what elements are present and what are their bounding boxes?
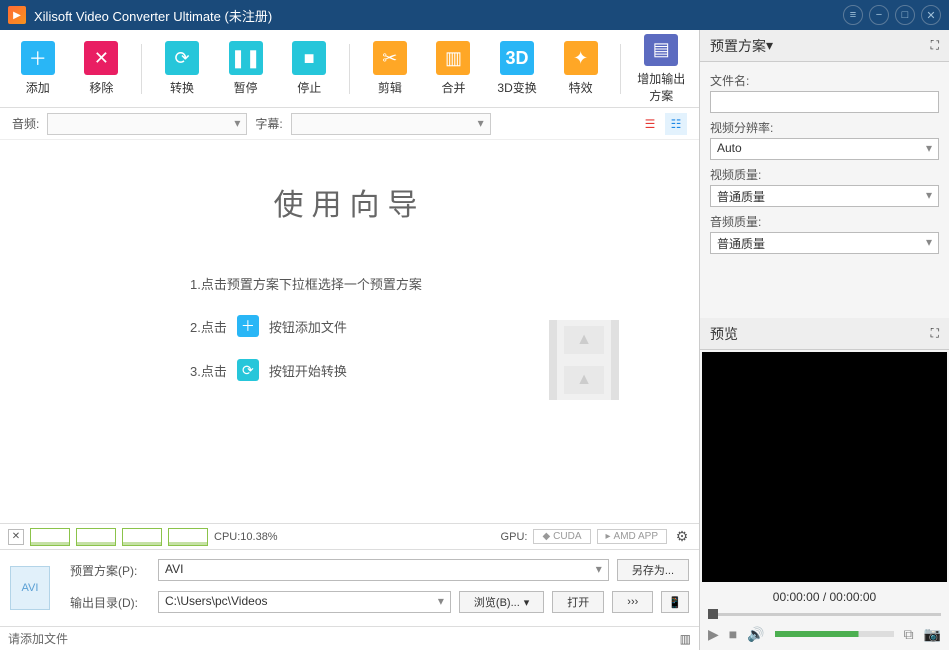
volume-slider[interactable]: [775, 631, 894, 637]
audio-select[interactable]: [47, 113, 247, 135]
wizard-step-1: 1.点击预置方案下拉框选择一个预置方案: [190, 274, 679, 293]
status-bar: 请添加文件 ▥: [0, 626, 699, 650]
detail-view-button[interactable]: ☷: [665, 113, 687, 135]
wizard-area: 使用向导 1.点击预置方案下拉框选择一个预置方案 2.点击 ＋ 按钮添加文件 3…: [0, 140, 699, 523]
chevron-down-icon[interactable]: ▾: [766, 37, 773, 54]
document-icon: ▤: [644, 34, 678, 66]
filename-label: 文件名:: [710, 72, 939, 89]
merge-button[interactable]: ▥合并: [424, 34, 484, 104]
subtitle-label: 字幕:: [255, 115, 282, 132]
refresh-icon: ⟳: [165, 41, 199, 75]
outdir-label: 输出目录(D):: [70, 594, 150, 611]
amd-chip[interactable]: ▸AMD APP: [597, 529, 668, 544]
browse-button[interactable]: 浏览(B)...▾: [459, 591, 544, 613]
pause-icon: ❚❚: [229, 41, 263, 75]
menu-button[interactable]: ≡: [843, 5, 863, 25]
refresh-icon: ⟳: [237, 359, 259, 381]
profile-label: 预置方案(P):: [70, 562, 150, 579]
profile-select[interactable]: AVI: [158, 559, 609, 581]
cpu-bar: ✕ CPU:10.38% GPU: ◆CUDA ▸AMD APP ⚙: [0, 523, 699, 549]
plus-icon: ＋: [21, 41, 55, 75]
preview-time: 00:00:00 / 00:00:00: [700, 584, 949, 610]
preset-panel-header: 预置方案▾ ⛶: [700, 30, 949, 62]
camera-icon[interactable]: 📷: [924, 626, 941, 643]
merge-icon: ▥: [436, 41, 470, 75]
aq-label: 音频质量:: [710, 213, 939, 230]
cpu-label: CPU:10.38%: [214, 531, 278, 543]
vq-select[interactable]: 普通质量: [710, 185, 939, 207]
separator: [141, 44, 142, 94]
preview-canvas: [702, 352, 947, 582]
fx-button[interactable]: ✦特效: [551, 34, 611, 104]
close-graph-button[interactable]: ✕: [8, 529, 24, 545]
minimize-button[interactable]: −: [869, 5, 889, 25]
vres-label: 视频分辨率:: [710, 119, 939, 136]
sub-toolbar: 音频: 字幕: ☰ ☷: [0, 108, 699, 140]
separator: [349, 44, 350, 94]
stop-button[interactable]: ■停止: [279, 34, 339, 104]
add-button[interactable]: ＋添加: [8, 34, 68, 104]
convert-button[interactable]: ⟳转换: [152, 34, 212, 104]
plus-icon: ＋: [237, 315, 259, 337]
x-icon: ✕: [84, 41, 118, 75]
stop-icon: ■: [292, 41, 326, 75]
bottom-panel: AVI 预置方案(P): AVI 另存为... 输出目录(D): C:\User…: [0, 549, 699, 626]
preset-panel: 文件名: 视频分辨率: Auto 视频质量: 普通质量 音频质量: 普通质量: [700, 62, 949, 258]
subtitle-select[interactable]: [291, 113, 491, 135]
gpu-label: GPU:: [501, 531, 528, 543]
window-title: Xilisoft Video Converter Ultimate (未注册): [34, 6, 837, 25]
scissors-icon: ✂: [373, 41, 407, 75]
filename-input[interactable]: [710, 91, 939, 113]
audio-label: 音频:: [12, 115, 39, 132]
cpu-graph: [76, 528, 116, 546]
3d-icon: 3D: [500, 41, 534, 75]
profile-file-icon: AVI: [10, 566, 50, 610]
cuda-chip[interactable]: ◆CUDA: [533, 529, 590, 544]
sparkle-icon: ✦: [564, 41, 598, 75]
list-icon[interactable]: ▥: [680, 632, 691, 646]
3d-button[interactable]: 3D3D变换: [487, 34, 547, 104]
titlebar: ▶ Xilisoft Video Converter Ultimate (未注册…: [0, 0, 949, 30]
cpu-graph: [30, 528, 70, 546]
more-button[interactable]: ›››: [612, 591, 653, 613]
outdir-select[interactable]: C:\Users\pc\Videos: [158, 591, 451, 613]
saveas-button[interactable]: 另存为...: [617, 559, 689, 581]
vq-label: 视频质量:: [710, 166, 939, 183]
separator: [620, 44, 621, 94]
stop-preview-button[interactable]: ■: [729, 626, 737, 642]
main-toolbar: ＋添加 ✕移除 ⟳转换 ❚❚暂停 ■停止 ✂剪辑 ▥合并 3D3D变换 ✦特效 …: [0, 30, 699, 108]
vres-select[interactable]: Auto: [710, 138, 939, 160]
gear-icon[interactable]: ⚙: [673, 528, 691, 546]
play-button[interactable]: ▶: [708, 626, 719, 643]
expand-icon[interactable]: ⛶: [931, 326, 939, 341]
list-view-button[interactable]: ☰: [639, 113, 661, 135]
preview-panel-header: 预览 ⛶: [700, 318, 949, 350]
cut-button[interactable]: ✂剪辑: [360, 34, 420, 104]
maximize-button[interactable]: □: [895, 5, 915, 25]
cpu-graph: [122, 528, 162, 546]
volume-icon[interactable]: 🔊: [747, 626, 764, 643]
cpu-graph: [168, 528, 208, 546]
filmstrip-icon: ▲▲: [549, 320, 619, 400]
close-button[interactable]: ✕: [921, 5, 941, 25]
status-text: 请添加文件: [8, 630, 68, 647]
remove-button[interactable]: ✕移除: [72, 34, 132, 104]
expand-icon[interactable]: ⛶: [931, 38, 939, 53]
pause-button[interactable]: ❚❚暂停: [216, 34, 276, 104]
app-logo-icon: ▶: [8, 6, 26, 24]
snapshot-button[interactable]: ⧉: [904, 626, 914, 643]
mobile-icon[interactable]: 📱: [661, 591, 689, 613]
preview-panel: 00:00:00 / 00:00:00 ▶ ■ 🔊 ⧉ 📷: [700, 350, 949, 650]
aq-select[interactable]: 普通质量: [710, 232, 939, 254]
wizard-title: 使用向导: [20, 180, 679, 224]
seek-slider[interactable]: [708, 610, 941, 618]
add-output-button[interactable]: ▤增加输出方案: [631, 34, 691, 104]
open-button[interactable]: 打开: [552, 591, 604, 613]
